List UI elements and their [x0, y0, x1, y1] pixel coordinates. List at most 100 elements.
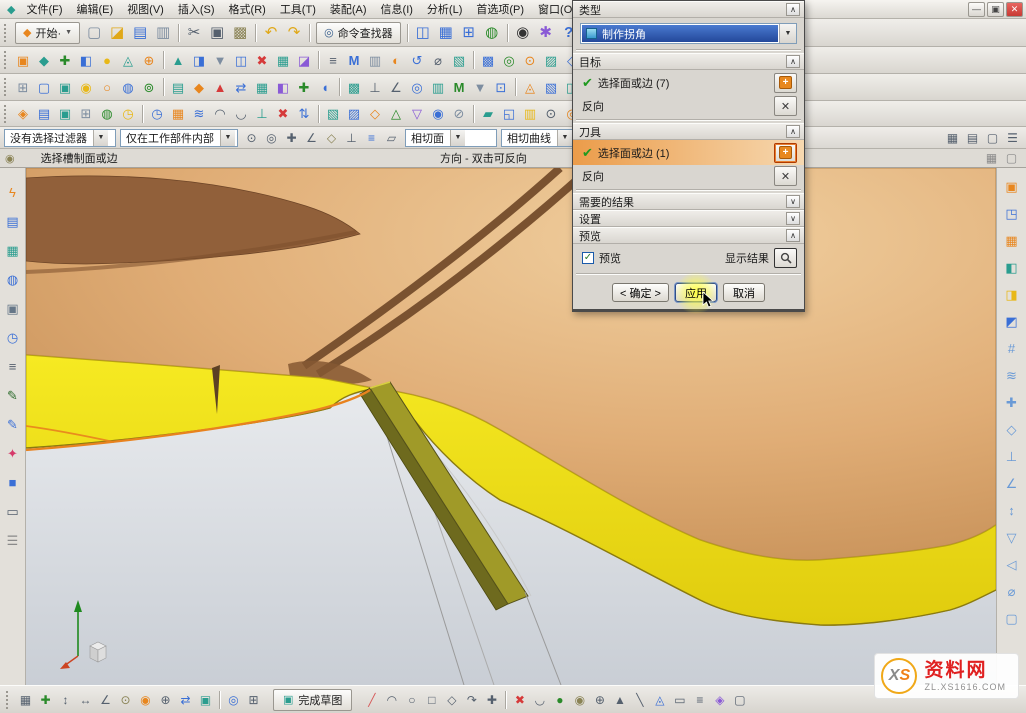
menu-item[interactable]: 装配(A) — [323, 0, 374, 19]
palette-icon[interactable]: ✱ — [535, 22, 557, 44]
annotate-pen-icon[interactable]: ✎ — [3, 385, 23, 405]
arc-tool-icon[interactable]: ◠ — [382, 690, 401, 709]
print-icon[interactable]: ▥ — [152, 22, 174, 44]
cone-icon[interactable]: ◬ — [520, 77, 540, 97]
annotation-icon[interactable]: M — [344, 50, 364, 70]
perp-icon[interactable]: ⊥ — [365, 77, 385, 97]
snap-vert-icon[interactable]: ↕ — [56, 690, 75, 709]
globe2-icon[interactable]: ◍ — [97, 104, 117, 124]
perp2-icon[interactable]: ⊥ — [252, 104, 272, 124]
target2-icon[interactable]: ◉ — [428, 104, 448, 124]
menu-item[interactable]: 视图(V) — [120, 0, 171, 19]
shade4-icon[interactable]: ▨ — [344, 104, 364, 124]
mesh-icon[interactable]: ▨ — [541, 50, 561, 70]
circle-icon[interactable]: ○ — [97, 77, 117, 97]
shade3-icon[interactable]: ▧ — [323, 104, 343, 124]
collapse-arrow-icon[interactable]: ∨ — [786, 212, 800, 225]
shade2-icon[interactable]: ▧ — [541, 77, 561, 97]
angle-icon[interactable]: ∠ — [386, 77, 406, 97]
revolve-icon[interactable]: ◧ — [76, 50, 96, 70]
snap-frame-icon[interactable]: ⊞ — [244, 690, 263, 709]
boxed-icon[interactable]: ⊡ — [491, 77, 511, 97]
component-icon[interactable]: ▦ — [1002, 230, 1022, 250]
hatch2-icon[interactable]: ▦ — [168, 104, 188, 124]
delete-tool-icon[interactable]: ✖ — [510, 690, 529, 709]
diamond-icon[interactable]: ◈ — [13, 104, 33, 124]
finish-sketch-button[interactable]: ▣ 完成草图 — [273, 689, 352, 711]
constraint-icon[interactable]: ◳ — [1002, 203, 1022, 223]
scope-filter-dropdown[interactable]: 仅在工作部件内部 ▼ — [120, 129, 238, 147]
datum-icon[interactable]: ▣ — [13, 50, 33, 70]
tool-reverse-button[interactable]: ✕ — [774, 166, 797, 186]
refresh-icon[interactable]: ϟ — [3, 182, 23, 202]
time-icon[interactable]: ◷ — [147, 104, 167, 124]
menu-item[interactable]: 分析(L) — [420, 0, 469, 19]
snap-ring-icon[interactable]: ◎ — [224, 690, 243, 709]
trim-icon[interactable]: ▲ — [168, 50, 188, 70]
flower-icon[interactable]: ✦ — [3, 443, 23, 463]
hash-icon[interactable]: # — [1002, 338, 1022, 358]
gem-tool-icon[interactable]: ◈ — [710, 690, 729, 709]
boss-icon[interactable]: ◬ — [118, 50, 138, 70]
frame-tool2-icon[interactable]: ▢ — [730, 690, 749, 709]
snap-ang-icon[interactable]: ∠ — [96, 690, 115, 709]
snap-quadrant-icon[interactable]: ◇ — [322, 128, 341, 147]
bullseye-icon[interactable]: ◎ — [407, 77, 427, 97]
block-icon[interactable]: ▣ — [55, 104, 75, 124]
list-view-icon[interactable]: ≡ — [3, 356, 23, 376]
section-target[interactable]: 目标 ∧ — [573, 53, 804, 70]
new-file-icon[interactable]: ▢ — [83, 22, 105, 44]
collapse-arrow-icon[interactable]: ∧ — [786, 125, 800, 138]
close-button[interactable]: ✕ — [1006, 2, 1023, 17]
mirror-icon[interactable]: ◪ — [294, 50, 314, 70]
frame-tool-icon[interactable]: ▢ — [1002, 608, 1022, 628]
snap-plus-icon[interactable]: ⊕ — [156, 690, 175, 709]
add-icon[interactable]: ✚ — [294, 77, 314, 97]
snap-ctr-icon[interactable]: ◉ — [136, 690, 155, 709]
toolbar-grip[interactable] — [4, 78, 8, 96]
toolbar-grip[interactable] — [4, 105, 8, 123]
sketch-pen-icon[interactable]: ✎ — [3, 414, 23, 434]
delete2-icon[interactable]: ✖ — [273, 104, 293, 124]
rotate-icon[interactable]: ↺ — [407, 50, 427, 70]
menu-item[interactable]: 信息(I) — [374, 0, 420, 19]
start-button[interactable]: ◆ 开始· ▼ — [15, 22, 80, 44]
hole-icon[interactable]: ● — [97, 50, 117, 70]
snap-intersect-icon[interactable]: ✚ — [282, 128, 301, 147]
snap-list-icon[interactable]: ≡ — [362, 128, 381, 147]
list-icon[interactable]: ≡ — [323, 50, 343, 70]
diameter-tool-icon[interactable]: ⌀ — [1002, 581, 1022, 601]
history-clock-icon[interactable]: ◷ — [3, 327, 23, 347]
chevron-down-icon[interactable]: ▼ — [779, 24, 796, 43]
gem2-icon[interactable]: ◇ — [365, 104, 385, 124]
pattern-face-icon[interactable]: ◨ — [1002, 284, 1022, 304]
snapshot-icon[interactable]: ▣ — [3, 298, 23, 318]
snap-plane-icon[interactable]: ▱ — [382, 128, 401, 147]
restore-button[interactable]: ▣ — [987, 2, 1004, 17]
frame-icon[interactable]: ▢ — [34, 77, 54, 97]
bar-tool-icon[interactable]: ▭ — [670, 690, 689, 709]
snap-solid-icon[interactable]: ▣ — [196, 690, 215, 709]
section-result[interactable]: 需要的结果 ∨ — [573, 193, 804, 210]
monitor-icon[interactable]: ▭ — [3, 501, 23, 521]
list-tool-icon[interactable]: ≡ — [690, 690, 709, 709]
left-tool-icon[interactable]: ◁ — [1002, 554, 1022, 574]
waves-icon[interactable]: ≋ — [189, 104, 209, 124]
corner-type-dropdown[interactable]: 制作拐角 ▼ — [580, 23, 797, 44]
perp-tool-icon[interactable]: ⊥ — [1002, 446, 1022, 466]
diameter-icon[interactable]: ⌀ — [428, 50, 448, 70]
snap-perp-icon[interactable]: ⊥ — [342, 128, 361, 147]
solid-icon[interactable]: ▣ — [55, 77, 75, 97]
save-icon[interactable]: ▤ — [129, 22, 151, 44]
graphics-viewport[interactable] — [26, 168, 996, 685]
redo-icon[interactable]: ↷ — [283, 22, 305, 44]
no-icon[interactable]: ⊘ — [449, 104, 469, 124]
arc-up-icon[interactable]: ◠ — [210, 104, 230, 124]
section-type[interactable]: 类型 ∧ — [573, 1, 804, 18]
angle-tool-icon[interactable]: ∠ — [1002, 473, 1022, 493]
section-preview[interactable]: 预览 ∧ — [573, 227, 804, 244]
warn-icon[interactable]: ▲ — [210, 77, 230, 97]
material-icon[interactable]: ■ — [3, 472, 23, 492]
thicken-icon[interactable]: ◫ — [231, 50, 251, 70]
measure-icon[interactable]: M — [449, 77, 469, 97]
